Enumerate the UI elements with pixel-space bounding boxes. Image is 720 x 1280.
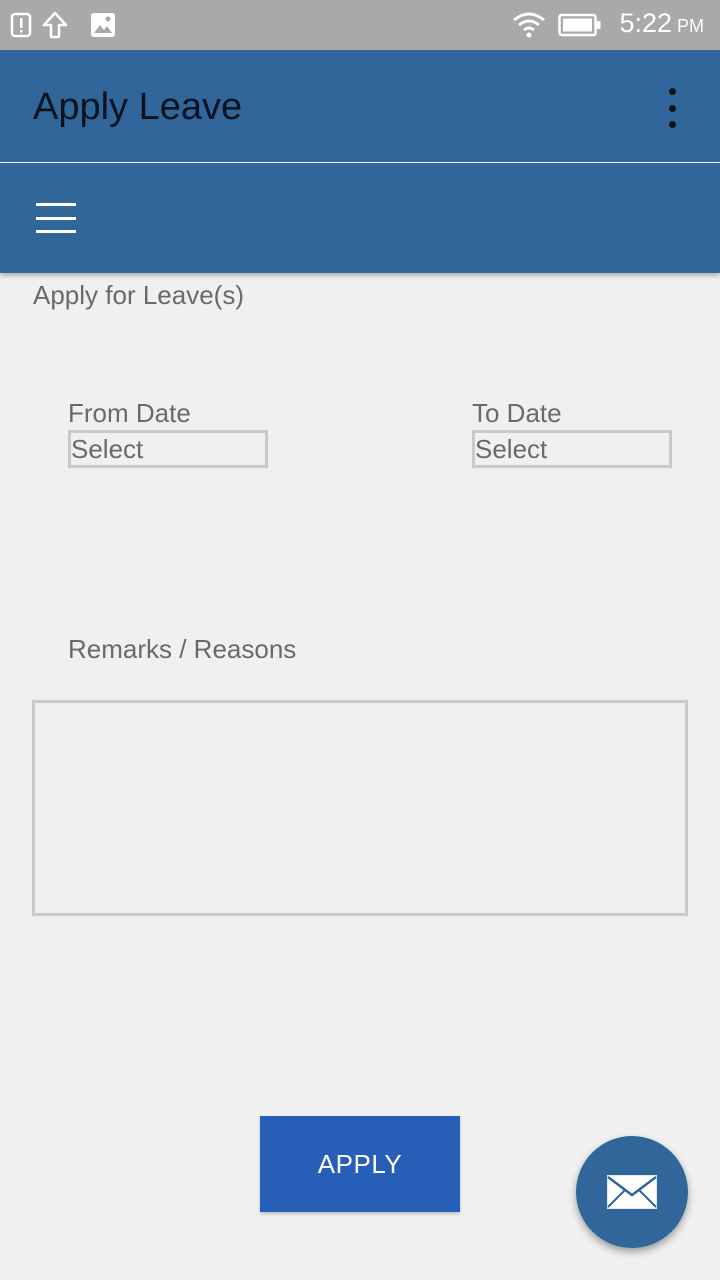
remarks-label: Remarks / Reasons (68, 634, 297, 664)
apply-button[interactable]: APPLY (260, 1116, 460, 1212)
to-date-select[interactable]: Select (472, 430, 672, 468)
app-bar: Apply Leave (0, 50, 720, 162)
remarks-textarea[interactable] (32, 700, 688, 916)
clock-ampm: PM (677, 16, 704, 36)
mail-icon (607, 1175, 657, 1209)
mail-fab-button[interactable] (576, 1136, 688, 1248)
battery-icon (558, 10, 602, 40)
status-bar: 5:22 PM (0, 0, 720, 50)
section-title: Apply for Leave(s) (33, 280, 244, 310)
page-title: Apply Leave (33, 86, 243, 128)
wifi-icon (512, 10, 546, 40)
more-vert-icon[interactable] (654, 88, 690, 128)
image-icon (90, 10, 116, 40)
clock-time: 5:22 (619, 8, 672, 38)
to-date-label: To Date (472, 398, 562, 428)
nav-bar (0, 163, 720, 273)
alert-icon (10, 10, 32, 40)
from-date-label: From Date (68, 398, 191, 428)
from-date-select[interactable]: Select (68, 430, 268, 468)
upload-icon (42, 10, 68, 40)
hamburger-icon[interactable] (36, 203, 76, 233)
clock: 5:22 PM (619, 8, 704, 44)
